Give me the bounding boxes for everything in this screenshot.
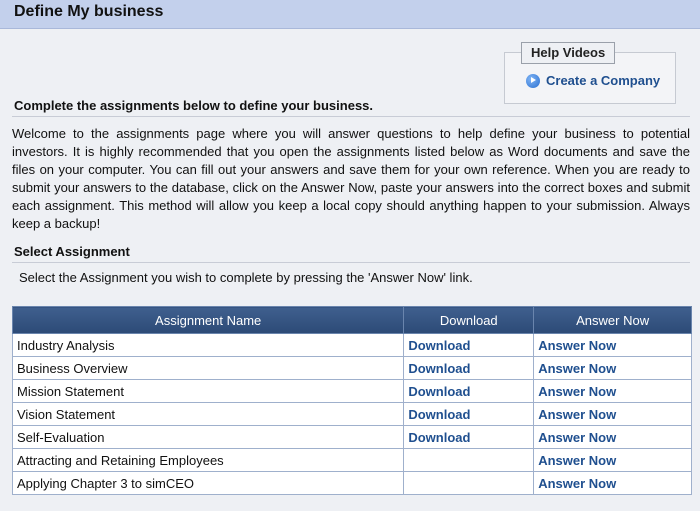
create-company-label: Create a Company [546, 73, 661, 88]
page-header: Define My business [0, 0, 700, 29]
answer-now-link[interactable]: Answer Now [533, 425, 692, 449]
assignments-heading: Complete the assignments below to define… [14, 98, 374, 113]
download-link[interactable]: Download [403, 356, 535, 380]
table-row: Applying Chapter 3 to simCEO Answer Now [11, 471, 692, 495]
divider [12, 262, 690, 263]
create-company-video-link[interactable]: Create a Company [526, 73, 660, 88]
answer-now-link[interactable]: Answer Now [533, 333, 692, 357]
answer-now-link[interactable]: Answer Now [533, 471, 692, 495]
assignment-name: Industry Analysis [11, 333, 405, 357]
answer-now-link[interactable]: Answer Now [533, 356, 692, 380]
download-link[interactable]: Download [403, 379, 535, 403]
table-row: Industry Analysis Download Answer Now [11, 333, 692, 357]
intro-paragraph: Welcome to the assignments page where yo… [12, 126, 690, 231]
download-link[interactable]: Download [403, 402, 535, 426]
column-header-download: Download [403, 306, 535, 334]
assignment-name: Business Overview [11, 356, 405, 380]
column-header-assignment-name: Assignment Name [11, 306, 405, 334]
answer-now-link[interactable]: Answer Now [533, 402, 692, 426]
download-link[interactable]: Download [403, 333, 535, 357]
table-row: Business Overview Download Answer Now [11, 356, 692, 380]
assignments-table: Assignment Name Download Answer Now Indu… [11, 306, 692, 495]
answer-now-link[interactable]: Answer Now [533, 379, 692, 403]
table-header-row: Assignment Name Download Answer Now [11, 306, 692, 334]
divider [12, 116, 690, 117]
assignment-name: Self-Evaluation [11, 425, 405, 449]
play-icon [526, 73, 540, 88]
table-row: Self-Evaluation Download Answer Now [11, 425, 692, 449]
assignment-name: Mission Statement [11, 379, 405, 403]
answer-now-link[interactable]: Answer Now [533, 448, 692, 472]
table-row: Vision Statement Download Answer Now [11, 402, 692, 426]
download-cell-empty [403, 471, 535, 495]
assignment-name: Applying Chapter 3 to simCEO [11, 471, 405, 495]
download-cell-empty [403, 448, 535, 472]
download-link[interactable]: Download [403, 425, 535, 449]
select-instruction: Select the Assignment you wish to comple… [19, 270, 473, 285]
column-header-answer-now: Answer Now [533, 306, 692, 334]
table-row: Attracting and Retaining Employees Answe… [11, 448, 692, 472]
help-videos-legend: Help Videos [521, 42, 616, 64]
select-assignment-heading: Select Assignment [14, 244, 130, 259]
assignment-name: Vision Statement [11, 402, 405, 426]
table-row: Mission Statement Download Answer Now [11, 379, 692, 403]
assignment-name: Attracting and Retaining Employees [11, 448, 405, 472]
page-title: Define My business [14, 3, 164, 20]
